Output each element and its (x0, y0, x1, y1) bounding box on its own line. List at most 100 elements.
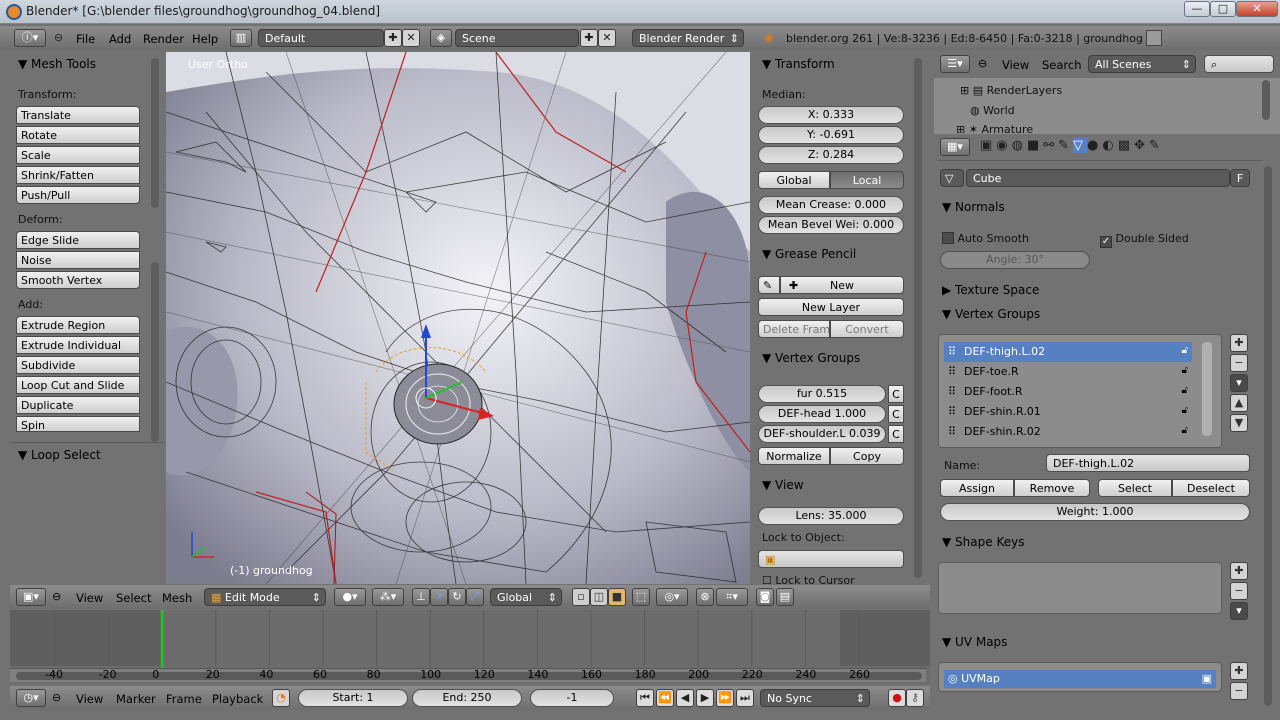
smooth-vertex-button[interactable]: Smooth Vertex (16, 271, 140, 289)
play-icon[interactable]: ▶ (696, 689, 714, 707)
loop-cut-and-slide-button[interactable]: Loop Cut and Slide (16, 376, 140, 394)
shape-keys-panel-header[interactable]: ▼ Shape Keys (942, 535, 1024, 549)
spin-button[interactable]: Spin (16, 416, 140, 432)
mesh-name-field[interactable]: Cube (966, 169, 1230, 187)
add-shape-key-icon[interactable]: ✚ (1230, 562, 1248, 580)
mesh-data-tab-icon[interactable]: ▽ (1073, 138, 1088, 153)
mesh-tools-panel-header[interactable]: ▼ Mesh Tools (18, 57, 96, 71)
vertex-groups-panel-header[interactable]: ▼ Vertex Groups (942, 307, 1040, 321)
vertex-groups-n-panel-header[interactable]: ▼ Vertex Groups (762, 351, 860, 365)
outliner-display-mode-select[interactable]: All Scenes ⇕ (1088, 55, 1196, 73)
loop-select-panel-header[interactable]: ▼ Loop Select (18, 448, 101, 462)
add-scene-icon[interactable]: ✚ (580, 29, 598, 47)
3d-viewport[interactable]: User Ortho (-1) groundhog (166, 52, 750, 584)
normals-panel-header[interactable]: ▼ Normals (942, 200, 1005, 214)
translate-manipulator-icon[interactable]: ↗ (430, 588, 448, 606)
copy-button[interactable]: Copy (830, 447, 904, 465)
convert-button[interactable]: Convert (830, 320, 904, 338)
outliner-scrollbar[interactable] (1262, 80, 1270, 120)
delete-frame-button[interactable]: Delete Frame (758, 320, 830, 338)
tool-shelf-scrollbar-lower[interactable] (151, 262, 159, 442)
limit-selection-icon[interactable]: ⬚ (632, 588, 650, 606)
vertex-group-list-item[interactable]: ⠿ DEF-toe.R 🔓︎ (944, 362, 1192, 382)
collapse-menu-icon[interactable]: ⊖ (52, 590, 61, 603)
extrude-region-button[interactable]: Extrude Region (16, 316, 140, 334)
vertex-group-list-item[interactable]: ⠿ DEF-shin.R.01 🔓︎ (944, 402, 1192, 422)
viewport-shading-icon[interactable]: ●▾ (334, 588, 366, 606)
vertex-group-list-item[interactable]: ⠿ DEF-shin.R.02 🔓︎ (944, 422, 1192, 442)
select-button[interactable]: Select (1098, 479, 1172, 497)
grease-pencil-new-button[interactable]: ✚ New (780, 276, 904, 294)
collapse-menu-icon[interactable]: ⊖ (54, 31, 63, 44)
rotate-manipulator-icon[interactable]: ↻ (448, 588, 466, 606)
minimize-button[interactable]: — (1184, 1, 1210, 17)
vgroup-copy-fur[interactable]: C (888, 385, 904, 403)
edge-select-mode-icon[interactable]: ◫ (590, 588, 608, 606)
menu-file[interactable]: File (76, 32, 95, 46)
mean-crease-field[interactable]: Mean Crease: 0.000 (758, 196, 904, 214)
global-toggle[interactable]: Global (758, 171, 830, 189)
mesh-datablock-icon[interactable]: ▽ (940, 169, 964, 187)
lock-to-cursor-checkbox[interactable]: ☐ Lock to Cursor (762, 574, 855, 584)
texture-space-panel-header[interactable]: ▶ Texture Space (942, 283, 1039, 297)
view-panel-header[interactable]: ▼ View (762, 478, 804, 492)
preview-range-icon[interactable]: ◔ (272, 689, 290, 707)
menu-help[interactable]: Help (192, 32, 218, 46)
editor-type-outliner-icon[interactable]: ☰▾ (940, 55, 970, 73)
render-preview-icon[interactable]: ◙ (756, 588, 774, 606)
shape-key-specials-icon[interactable]: ▾ (1230, 602, 1248, 620)
local-toggle[interactable]: Local (830, 171, 904, 189)
properties-panel-scrollbar[interactable] (914, 58, 922, 578)
scale-manipulator-icon[interactable]: ⤢ (466, 588, 484, 606)
median-y-field[interactable]: Y: -0.691 (758, 126, 904, 144)
deselect-button[interactable]: Deselect (1172, 479, 1250, 497)
rotate-button[interactable]: Rotate (16, 126, 140, 144)
collapse-menu-icon[interactable]: ⊖ (52, 691, 61, 704)
properties-context-tabs[interactable]: ▣◉◍■⚯✎▽●◐▩✥✎ (980, 138, 1164, 156)
add-vertex-group-icon[interactable]: ✚ (1230, 334, 1248, 352)
normalize-button[interactable]: Normalize (758, 447, 830, 465)
auto-smooth-angle-field[interactable]: Angle: 30° (940, 251, 1090, 269)
auto-smooth-checkbox[interactable]: Auto Smooth (942, 232, 1029, 245)
editor-type-properties-icon[interactable]: ▦▾ (940, 138, 970, 156)
manipulator-toggle-icon[interactable]: ⊥ (412, 588, 430, 606)
render-animation-icon[interactable]: ▤ (776, 588, 794, 606)
keying-set-icon[interactable]: ⚷ (906, 689, 924, 707)
vertex-select-mode-icon[interactable]: ▫ (572, 588, 590, 606)
outliner-item-renderlayers[interactable]: ⊞ ▤ RenderLayers (960, 84, 1062, 97)
sync-mode-select[interactable]: No Sync ⇕ (760, 689, 870, 707)
lock-icon[interactable]: 🔓︎ (1182, 365, 1188, 376)
new-layer-button[interactable]: New Layer (758, 298, 904, 316)
transform-panel-header[interactable]: ▼ Transform (762, 57, 835, 71)
outliner-item-armature[interactable]: ⊞ ✶ Armature (956, 123, 1033, 133)
screen-layout-field[interactable]: Default (258, 29, 384, 47)
grease-pencil-panel-header[interactable]: ▼ Grease Pencil (762, 247, 856, 261)
subdivide-button[interactable]: Subdivide (16, 356, 140, 374)
menu-marker[interactable]: Marker (116, 692, 156, 706)
remove-uv-map-icon[interactable]: − (1230, 682, 1248, 700)
add-layout-icon[interactable]: ✚ (384, 29, 402, 47)
proportional-edit-icon[interactable]: ◎▾ (656, 588, 688, 606)
lock-icon[interactable]: 🔓︎ (1182, 385, 1188, 396)
next-keyframe-icon[interactable]: ⏩ (716, 689, 734, 707)
noise-button[interactable]: Noise (16, 251, 140, 269)
lock-icon[interactable]: 🔓︎ (1182, 345, 1188, 356)
jump-end-icon[interactable]: ⏭ (736, 689, 754, 707)
menu-render[interactable]: Render (143, 32, 184, 46)
vgroup-weight-fur[interactable]: fur 0.515 (758, 385, 886, 403)
scene-field[interactable]: Scene (455, 29, 579, 47)
fullscreen-icon[interactable] (1146, 30, 1162, 46)
mean-bevel-weight-field[interactable]: Mean Bevel Wei: 0.000 (758, 216, 904, 234)
end-frame-field[interactable]: End: 250 (412, 689, 522, 707)
scene-icon[interactable]: ◈ (430, 29, 452, 47)
lock-icon[interactable]: 🔓︎ (1182, 425, 1188, 436)
render-engine-select[interactable]: Blender Render ⇕ (632, 29, 744, 47)
vgroup-copy-def-shoulder[interactable]: C (888, 425, 904, 443)
move-up-icon[interactable]: ▲ (1230, 394, 1248, 412)
screen-layout-icon[interactable]: ▥ (230, 29, 252, 47)
prev-keyframe-icon[interactable]: ⏪ (656, 689, 674, 707)
remove-button[interactable]: Remove (1014, 479, 1090, 497)
assign-button[interactable]: Assign (940, 479, 1014, 497)
extrude-individual-button[interactable]: Extrude Individual (16, 336, 140, 354)
current-frame-field[interactable]: -1 (530, 689, 614, 707)
